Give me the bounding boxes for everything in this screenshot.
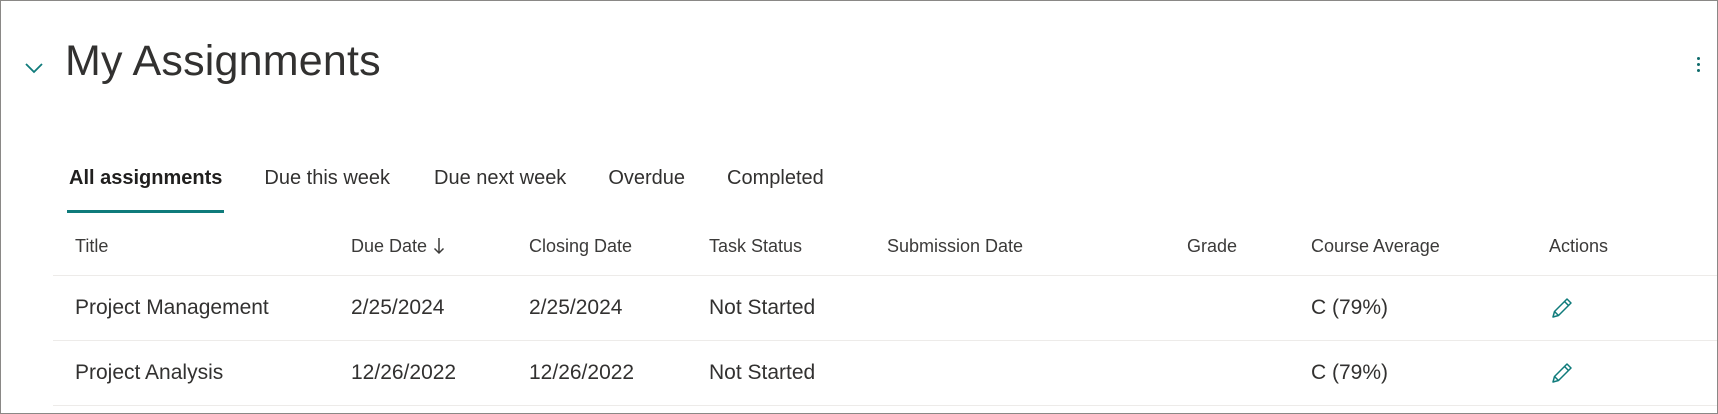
table-header-row: Title Due Date Closing Date Task Status … bbox=[53, 217, 1717, 276]
closing-date: 12/26/2022 bbox=[529, 361, 635, 384]
tab-completed[interactable]: Completed bbox=[725, 163, 824, 213]
table-row[interactable]: Project Management 2/25/2024 2/25/2024 N… bbox=[53, 276, 1717, 341]
closing-date: 2/25/2024 bbox=[529, 296, 623, 319]
course-average: C (79%) bbox=[1311, 296, 1389, 319]
column-header-course-average[interactable]: Course Average bbox=[1311, 217, 1440, 275]
due-date: 2/25/2024 bbox=[351, 296, 445, 319]
arrow-down-icon bbox=[433, 237, 445, 255]
tab-all-assignments[interactable]: All assignments bbox=[67, 163, 225, 213]
column-header-title[interactable]: Title bbox=[75, 217, 108, 275]
table-row[interactable]: Project Analysis 12/26/2022 12/26/2022 N… bbox=[53, 341, 1717, 406]
actions-cell bbox=[1549, 276, 1575, 340]
column-header-due-date-label: Due Date bbox=[351, 235, 428, 256]
due-date: 12/26/2022 bbox=[351, 361, 457, 384]
task-status: Not Started bbox=[709, 361, 816, 384]
task-status: Not Started bbox=[709, 296, 816, 319]
column-header-due-date[interactable]: Due Date bbox=[351, 217, 445, 275]
page-title: My Assignments bbox=[65, 37, 381, 85]
column-header-closing-date[interactable]: Closing Date bbox=[529, 217, 632, 275]
tab-due-this-week[interactable]: Due this week bbox=[262, 163, 390, 213]
column-header-task-status[interactable]: Task Status bbox=[709, 217, 802, 275]
course-average: C (79%) bbox=[1311, 361, 1389, 384]
edit-pencil-icon[interactable] bbox=[1549, 360, 1575, 386]
assignment-title: Project Analysis bbox=[75, 361, 224, 384]
column-header-actions: Actions bbox=[1549, 235, 1609, 256]
actions-cell bbox=[1549, 341, 1575, 405]
assignment-title: Project Management bbox=[75, 296, 269, 319]
webpart-header: My Assignments bbox=[1, 1, 1717, 121]
assignments-table: Title Due Date Closing Date Task Status … bbox=[53, 217, 1717, 406]
assignments-webpart: My Assignments All assignments Due this … bbox=[0, 0, 1718, 414]
column-header-submission-date[interactable]: Submission Date bbox=[887, 217, 1023, 275]
more-vertical-icon[interactable] bbox=[1693, 53, 1703, 77]
edit-pencil-icon[interactable] bbox=[1549, 295, 1575, 321]
chevron-down-icon[interactable] bbox=[23, 57, 45, 79]
column-header-grade[interactable]: Grade bbox=[1187, 217, 1237, 275]
tab-bar: All assignments Due this week Due next w… bbox=[67, 163, 824, 213]
tab-due-next-week[interactable]: Due next week bbox=[432, 163, 566, 213]
tab-overdue[interactable]: Overdue bbox=[606, 163, 685, 213]
